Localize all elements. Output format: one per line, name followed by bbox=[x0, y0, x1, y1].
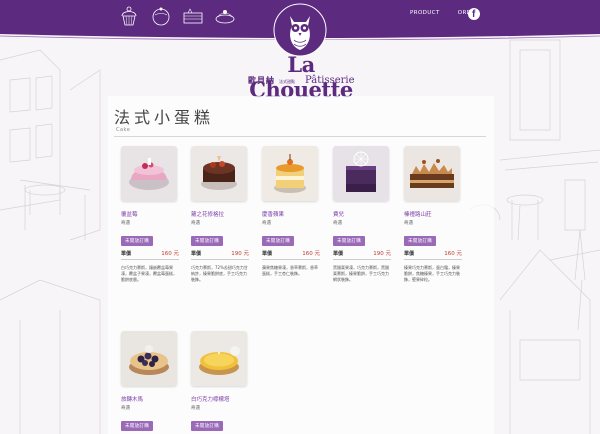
product-card[interactable]: 覆盆莓 奇遇 未開放訂購 單價 160 元 白巧克力慕斯，鑲嵌覆盆莓果凍，覆盆子… bbox=[121, 146, 179, 283]
brand-subtitle: 歐貝納 法式甜點 Pâtisserie bbox=[248, 75, 355, 86]
tart-icon[interactable] bbox=[214, 3, 236, 27]
brand-patisserie: Pâtisserie bbox=[305, 75, 355, 86]
product-card[interactable]: 旅轉木馬 奇遇 未開放訂購 bbox=[121, 331, 179, 431]
order-button[interactable]: 未開放訂購 bbox=[121, 421, 153, 431]
product-card[interactable]: 蘿之花修格拉 奇遇 未開放訂購 單價 190 元 巧克力慕斯，72%苦甜巧克力甘… bbox=[191, 146, 249, 283]
product-photo[interactable] bbox=[333, 146, 389, 201]
facebook-icon[interactable]: f bbox=[468, 8, 480, 20]
product-intro: 黑醋栗果凍，巧克力慕斯，黑醋栗慕斯，榛果脆餅，手工巧克力網狀裝飾。 bbox=[333, 265, 389, 282]
price-label: 單價 bbox=[121, 251, 132, 257]
price-value: 160 元 bbox=[444, 251, 462, 257]
price-row: 單價 190 元 bbox=[333, 249, 391, 260]
brand-chinese-tag: 法式甜點 bbox=[279, 79, 295, 84]
price-label: 單價 bbox=[404, 251, 415, 257]
product-name[interactable]: 旅轉木馬 bbox=[121, 396, 179, 404]
price-value: 190 元 bbox=[231, 251, 249, 257]
layered-cake-icon[interactable] bbox=[182, 3, 204, 27]
product-photo[interactable] bbox=[191, 331, 247, 386]
product-name[interactable]: 蘿之花修格拉 bbox=[191, 211, 249, 219]
order-button[interactable]: 未開放訂購 bbox=[121, 236, 153, 246]
order-button[interactable]: 未開放訂購 bbox=[262, 236, 294, 246]
price-value: 190 元 bbox=[373, 251, 391, 257]
product-desc: 奇遇 bbox=[121, 406, 130, 411]
price-label: 單價 bbox=[333, 251, 344, 257]
order-button[interactable]: 未開放訂購 bbox=[404, 236, 436, 246]
product-photo[interactable] bbox=[121, 331, 177, 386]
product-name[interactable]: 覆盆莓 bbox=[121, 211, 179, 219]
product-intro: 白巧克力慕斯，鑲嵌覆盆莓果凍，覆盆子果凍，覆盆莓蛋糕，脆餅底層。 bbox=[121, 265, 177, 282]
page-title: 法式小蛋糕 bbox=[114, 108, 215, 127]
product-desc: 奇遇 bbox=[191, 221, 200, 226]
product-intro: 蘋果焦糖果凍，香草慕斯，香草蛋糕，手工杏仁裝飾。 bbox=[262, 265, 318, 276]
price-row: 單價 160 元 bbox=[121, 249, 179, 260]
product-name[interactable]: 費兒 bbox=[333, 211, 391, 219]
product-photo[interactable] bbox=[121, 146, 177, 201]
price-row: 單價 190 元 bbox=[191, 249, 249, 260]
product-desc: 奇遇 bbox=[191, 406, 200, 411]
cake-icon[interactable] bbox=[150, 3, 172, 27]
title-divider bbox=[114, 136, 486, 137]
product-desc: 奇遇 bbox=[262, 221, 271, 226]
product-desc: 奇遇 bbox=[121, 221, 130, 226]
product-name[interactable]: 榛禮路山莊 bbox=[404, 211, 462, 219]
product-photo[interactable] bbox=[191, 146, 247, 201]
page-subtitle: Cake bbox=[116, 127, 131, 133]
product-name[interactable]: 白巧克力檸檬塔 bbox=[191, 396, 249, 404]
price-value: 160 元 bbox=[302, 251, 320, 257]
brand-chinese-name: 歐貝納 bbox=[248, 76, 275, 85]
price-label: 單價 bbox=[262, 251, 273, 257]
product-photo[interactable] bbox=[404, 146, 460, 201]
product-desc: 奇遇 bbox=[404, 221, 413, 226]
price-label: 單價 bbox=[191, 251, 202, 257]
order-button[interactable]: 未開放訂購 bbox=[191, 236, 223, 246]
product-photo[interactable] bbox=[262, 146, 318, 201]
product-intro: 巧克力慕斯，72%苦甜巧克力甘納許，榛果脆餅底，手工巧克力裝飾。 bbox=[191, 265, 248, 282]
cupcake-icon[interactable] bbox=[118, 3, 140, 27]
product-desc: 奇遇 bbox=[333, 221, 342, 226]
product-intro: 榛果巧克力慕斯，蛋白霜，榛果脆餅，焦糖榛果，手工巧克力裝飾，堅果碎粒。 bbox=[404, 265, 460, 282]
product-name[interactable]: 慶香蘋果 bbox=[262, 211, 320, 219]
product-card[interactable]: 榛禮路山莊 奇遇 未開放訂購 單價 160 元 榛果巧克力慕斯，蛋白霜，榛果脆餅… bbox=[404, 146, 462, 283]
price-row: 單價 160 元 bbox=[404, 249, 462, 260]
price-value: 160 元 bbox=[161, 251, 179, 257]
product-card[interactable]: 費兒 奇遇 未開放訂購 單價 190 元 黑醋栗果凍，巧克力慕斯，黑醋栗慕斯，榛… bbox=[333, 146, 391, 283]
price-row: 單價 160 元 bbox=[262, 249, 320, 260]
order-button[interactable]: 未開放訂購 bbox=[333, 236, 365, 246]
owl-logo-icon[interactable] bbox=[272, 2, 328, 58]
product-card[interactable]: 慶香蘋果 奇遇 未開放訂購 單價 160 元 蘋果焦糖果凍，香草慕斯，香草蛋糕，… bbox=[262, 146, 320, 277]
product-card[interactable]: 白巧克力檸檬塔 奇遇 未開放訂購 bbox=[191, 331, 249, 431]
order-button[interactable]: 未開放訂購 bbox=[191, 421, 223, 431]
dessert-icon-group bbox=[118, 3, 236, 27]
nav-product[interactable]: PRODUCT bbox=[410, 10, 440, 16]
